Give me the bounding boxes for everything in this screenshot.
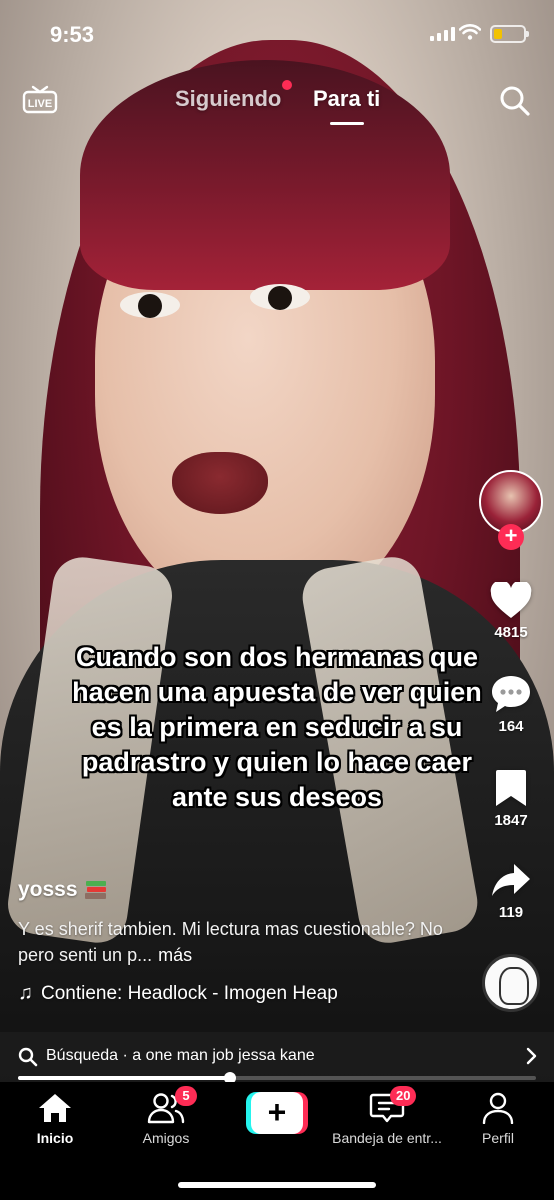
tab-for-you[interactable]: Para ti	[313, 86, 380, 112]
cellular-signal-icon	[430, 27, 455, 41]
live-icon[interactable]: LIVE	[22, 84, 58, 114]
chevron-right-icon	[526, 1047, 537, 1065]
home-icon	[39, 1094, 71, 1122]
like-button[interactable]: 4815	[478, 582, 544, 641]
music-title: Contiene: Headlock - Imogen Heap	[41, 982, 338, 1004]
heart-icon	[490, 582, 532, 618]
nav-home-label: Inicio	[36, 1130, 74, 1146]
create-button[interactable]: +	[246, 1092, 308, 1134]
nav-inbox-label: Bandeja de entr...	[332, 1130, 442, 1146]
share-icon	[492, 864, 530, 896]
video-meta: yosss Y es sherif tambien. Mi lectura ma…	[18, 878, 458, 1005]
creator-avatar-group[interactable]: +	[478, 470, 544, 552]
video-caption: Cuando son dos hermanas que hacen una ap…	[72, 642, 482, 812]
playback-progress-fill	[18, 1076, 231, 1080]
home-indicator	[178, 1182, 376, 1188]
nav-profile-label: Perfil	[482, 1130, 514, 1146]
see-more-link[interactable]: más	[158, 945, 192, 965]
save-button[interactable]: 1847	[478, 768, 544, 829]
playback-progress-bar[interactable]	[18, 1072, 536, 1084]
follow-button[interactable]: +	[498, 524, 524, 550]
nav-profile[interactable]: Perfil	[443, 1092, 553, 1146]
plus-icon: +	[251, 1092, 303, 1134]
music-disc[interactable]	[482, 954, 540, 1012]
like-count: 4815	[494, 624, 528, 641]
music-note-icon: ♫	[18, 982, 33, 1004]
bottom-nav: Inicio Amigos 5 + Bandeja de entr... 20 …	[0, 1082, 554, 1200]
comment-icon	[492, 676, 530, 712]
search-icon[interactable]	[498, 84, 532, 118]
share-count: 119	[498, 904, 524, 921]
friends-badge: 5	[175, 1086, 197, 1106]
related-search-text: Búsqueda · a one man job jessa kane	[46, 1047, 315, 1064]
creator-username[interactable]: yosss	[18, 878, 458, 902]
related-search-bar[interactable]: Búsqueda · a one man job jessa kane	[0, 1032, 554, 1082]
battery-icon	[490, 25, 529, 43]
status-time: 9:53	[50, 22, 95, 47]
nav-friends[interactable]: Amigos 5	[111, 1086, 221, 1146]
books-icon	[84, 881, 106, 899]
video-description[interactable]: Y es sherif tambien. Mi lectura mas cues…	[18, 916, 458, 968]
wifi-icon	[459, 24, 481, 40]
share-button[interactable]: 119	[478, 860, 544, 921]
comment-button[interactable]: 164	[478, 674, 544, 735]
nav-home[interactable]: Inicio	[0, 1092, 110, 1146]
profile-icon	[482, 1092, 514, 1124]
live-label: LIVE	[28, 98, 52, 110]
description-text: Y es sherif tambien. Mi lectura mas cues…	[18, 919, 443, 965]
following-new-dot	[282, 80, 292, 90]
comment-count: 164	[498, 718, 524, 735]
search-icon	[18, 1047, 38, 1067]
bookmark-icon	[496, 770, 526, 806]
inbox-badge: 20	[390, 1086, 417, 1106]
nav-inbox[interactable]: Bandeja de entr... 20	[332, 1086, 442, 1146]
save-count: 1847	[494, 812, 528, 829]
top-nav: LIVE Siguiendo Para ti	[0, 80, 554, 128]
video-eye-left	[120, 292, 180, 318]
video-mouth	[172, 452, 268, 514]
music-info[interactable]: ♫ Contiene: Headlock - Imogen Heap	[18, 982, 458, 1005]
nav-friends-label: Amigos	[142, 1130, 190, 1146]
active-tab-indicator	[330, 122, 364, 125]
status-bar: 9:53	[0, 0, 554, 47]
username-text: yosss	[18, 878, 78, 901]
video-eye-right	[250, 284, 310, 310]
tab-following[interactable]: Siguiendo	[175, 86, 281, 112]
